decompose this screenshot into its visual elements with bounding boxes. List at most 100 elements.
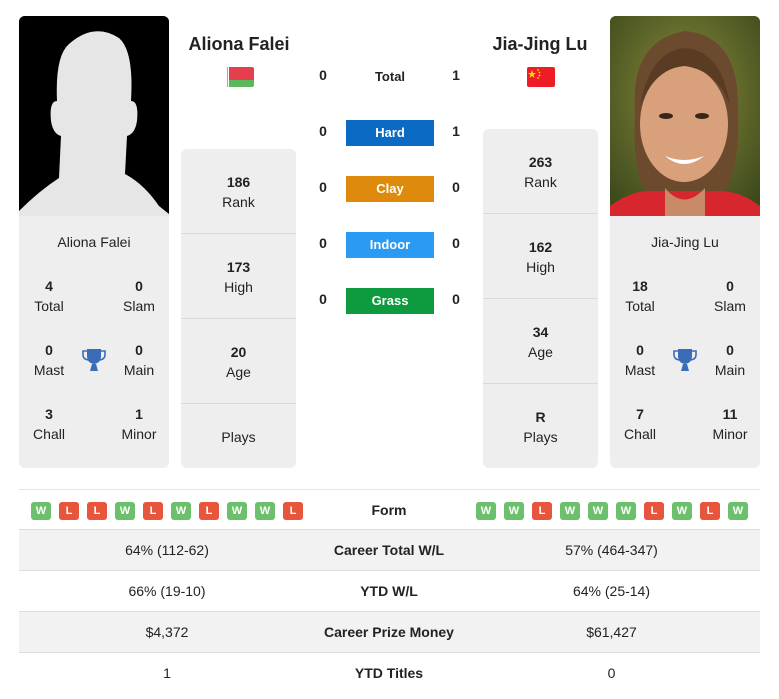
player2-name[interactable]: Jia-Jing Lu — [470, 34, 610, 55]
player2-photo[interactable] — [610, 16, 760, 216]
divider — [483, 213, 598, 214]
trophy-icon — [82, 347, 106, 373]
surface-grass-badge[interactable]: Grass — [346, 288, 434, 314]
player2-form-badge-loss[interactable]: L — [700, 502, 720, 520]
player1-titles-minor: 1 Minor — [109, 404, 169, 444]
row-label: Career Prize Money — [324, 624, 454, 640]
player1-form-badge-win[interactable]: W — [171, 502, 191, 520]
label: Rank — [222, 194, 255, 210]
label: High — [224, 279, 253, 295]
player1-form-badge-win[interactable]: W — [31, 502, 51, 520]
player1-value: 1 — [163, 665, 171, 681]
player2-titles-minor: 11 Minor — [700, 404, 760, 444]
h2h-total-label: Total — [374, 69, 406, 84]
player2-form-badge-win[interactable]: W — [588, 502, 608, 520]
player2-form-badge-loss[interactable]: L — [532, 502, 552, 520]
label: Rank — [524, 174, 557, 190]
player2-value: 64% (25-14) — [572, 583, 651, 599]
player2-rank: 263 Rank — [483, 152, 598, 192]
h2h-hard-p2: 1 — [452, 123, 460, 139]
player2-form-badge-loss[interactable]: L — [644, 502, 664, 520]
player1-age: 20 Age — [181, 342, 296, 382]
divider — [181, 403, 296, 404]
player1-form-badge-win[interactable]: W — [227, 502, 247, 520]
player1-titles-slam: 0 Slam — [109, 276, 169, 316]
player1-form-badge-loss[interactable]: L — [59, 502, 79, 520]
player1-form-badge-loss[interactable]: L — [87, 502, 107, 520]
value: 0 — [726, 278, 734, 294]
player2-plays: R Plays — [483, 407, 598, 447]
player2-titles-mast: 0 Mast — [610, 340, 670, 380]
player2-titles-main: 0 Main — [700, 340, 760, 380]
player1-form-badge-loss[interactable]: L — [143, 502, 163, 520]
player-photo-icon — [610, 16, 760, 216]
comparison-row-ytd-wl: 66% (19-10) YTD W/L 64% (25-14) — [19, 570, 760, 611]
surface-indoor-badge[interactable]: Indoor — [346, 232, 434, 258]
surface-hard-badge[interactable]: Hard — [346, 120, 434, 146]
surface-clay-badge[interactable]: Clay — [346, 176, 434, 202]
row-label: YTD Titles — [354, 665, 424, 681]
h2h-total-p1: 0 — [319, 67, 327, 83]
divider — [483, 383, 598, 384]
label: Age — [528, 344, 553, 360]
player1-name[interactable]: Aliona Falei — [169, 34, 309, 55]
player1-titles-total: 4 Total — [19, 276, 79, 316]
player1-form-badge-loss[interactable]: L — [283, 502, 303, 520]
player1-titles-chall: 3 Chall — [19, 404, 79, 444]
player1-form-badge-loss[interactable]: L — [199, 502, 219, 520]
value: 263 — [528, 154, 553, 170]
player2-form-badge-win[interactable]: W — [560, 502, 580, 520]
value: 186 — [226, 174, 251, 190]
h2h-indoor-p1: 0 — [319, 235, 327, 251]
player2-value: 57% (464-347) — [565, 542, 658, 558]
value: 7 — [636, 406, 644, 422]
player2-form-badge-win[interactable]: W — [476, 502, 496, 520]
player1-form-badge-win[interactable]: W — [255, 502, 275, 520]
player1-titles-main: 0 Main — [109, 340, 169, 380]
label: Plays — [523, 429, 558, 445]
label: High — [526, 259, 555, 275]
value: 0 — [45, 342, 53, 358]
label: Plays — [221, 429, 256, 445]
china-flag-icon — [527, 67, 555, 87]
silhouette-icon — [19, 16, 169, 216]
player2-titles-slam: 0 Slam — [700, 276, 760, 316]
h2h-clay-p2: 0 — [452, 179, 460, 195]
player2-titles-total: 18 Total — [610, 276, 670, 316]
label: Main — [714, 362, 746, 378]
divider — [181, 233, 296, 234]
value: 3 — [45, 406, 53, 422]
player1-plays: Plays — [181, 427, 296, 447]
player2-form-badge-win[interactable]: W — [728, 502, 748, 520]
player2-form-badge-win[interactable]: W — [504, 502, 524, 520]
value: 34 — [532, 324, 549, 340]
value: 20 — [230, 344, 247, 360]
comparison-row-prize-money: $4,372 Career Prize Money $61,427 — [19, 611, 760, 652]
player2-form-badge-win[interactable]: W — [616, 502, 636, 520]
value: 173 — [226, 259, 251, 275]
player1-form-badge-win[interactable]: W — [115, 502, 135, 520]
h2h-grass-p2: 0 — [452, 291, 460, 307]
form-row: WLLWLWLWWL Form WWLWWWLWLW — [19, 489, 760, 529]
player1-titles-card: Aliona Falei 4 Total 0 Slam 0 Mast 0 Mai… — [19, 216, 169, 468]
player1-rank: 186 Rank — [181, 172, 296, 212]
player2-card-name[interactable]: Jia-Jing Lu — [610, 234, 760, 250]
label: Slam — [123, 298, 155, 314]
h2h-grass-p1: 0 — [319, 291, 327, 307]
row-label: YTD W/L — [360, 583, 418, 599]
value: 0 — [135, 342, 143, 358]
label: Minor — [121, 426, 157, 442]
player1-card-name[interactable]: Aliona Falei — [19, 234, 169, 250]
player2-form-badge-win[interactable]: W — [672, 502, 692, 520]
player1-photo[interactable] — [19, 16, 169, 216]
value: 4 — [45, 278, 53, 294]
player2-value: 0 — [607, 665, 616, 681]
player2-high: 162 High — [483, 237, 598, 277]
value: 18 — [632, 278, 648, 294]
divider — [181, 318, 296, 319]
player2-age: 34 Age — [483, 322, 598, 362]
player1-titles-mast: 0 Mast — [19, 340, 79, 380]
h2h-clay-p1: 0 — [319, 179, 327, 195]
label: Slam — [714, 298, 746, 314]
label: Mast — [624, 362, 656, 378]
